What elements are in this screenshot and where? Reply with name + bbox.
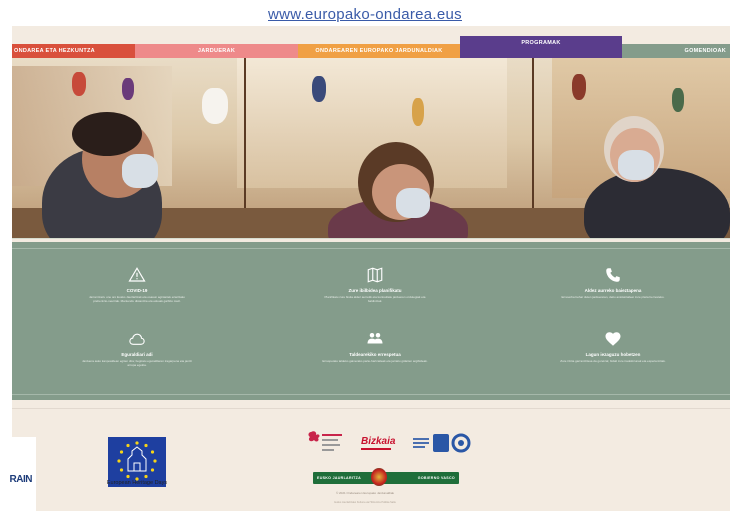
- gobierno-vasco-emblem: [371, 468, 387, 486]
- people-icon: [367, 333, 383, 344]
- hero-puppet: [312, 76, 326, 102]
- feature-group-respect: Taldearekiko errespetua Errespetatu tald…: [270, 330, 480, 363]
- feature-title: Aldez aurreko baieztapena: [584, 288, 642, 293]
- hero-puppet: [572, 74, 586, 100]
- hero-puppet: [202, 88, 228, 124]
- hero-person-left-hair: [72, 112, 142, 156]
- footer-logos: Bizkaia: [305, 430, 475, 460]
- panel-divider-bottom: [12, 394, 730, 395]
- european-heritage-days-label: European Heritage Days: [106, 480, 168, 486]
- feature-title: Taldearekiko errespetua: [349, 352, 401, 357]
- hero-person-left-mask: [122, 154, 158, 188]
- feature-title: Eguraldiari adi: [121, 352, 153, 357]
- hero-person-right-mask: [618, 150, 654, 180]
- hero-person-middle-mask: [396, 188, 430, 218]
- feature-title: Zure ibilbidea planifikatu: [348, 288, 402, 293]
- panel-divider-top: [12, 248, 730, 249]
- gv-left-label: EUSKO JAURLARITZA: [317, 476, 362, 480]
- rain-logo-panel: RAIN: [0, 437, 36, 511]
- partner-logo-donostia: [413, 433, 471, 453]
- feature-help-improve: Lagun iezaguzu hobetzen Zure iritzia gar…: [508, 330, 718, 363]
- feature-title: COVID-19: [126, 288, 148, 293]
- hero-pole: [532, 58, 534, 208]
- hero-puppet: [672, 88, 684, 112]
- nav-tab-europako-jardunaldiak[interactable]: ONDAREAREN EUROPAKO JARDUNALDIAK: [298, 44, 460, 58]
- eu-stars-icon: [117, 441, 157, 481]
- hero-puppet: [122, 78, 134, 100]
- map-icon: [367, 267, 383, 283]
- feature-description: Planifikatu zure bisita aldez aurretik e…: [324, 295, 426, 303]
- site-url-link[interactable]: www.europako-ondarea.eus: [0, 6, 730, 23]
- feature-weather: Eguraldiari adi Jarduera asko kanpoaldea…: [32, 330, 242, 367]
- feature-description: Jarduera asko kanpoaldean egiten dira; b…: [82, 359, 192, 367]
- cloud-icon: [129, 333, 145, 345]
- hero-photo: [12, 58, 730, 238]
- bizkaia-logo-underline: [361, 448, 391, 450]
- gv-right-label: GOBIERNO VASCO: [417, 476, 455, 480]
- partner-logo-bizkaia-museum: [308, 431, 342, 451]
- feature-description: Erreserba behar duten jardueretan, deitu…: [561, 295, 665, 299]
- warning-icon: [128, 267, 146, 282]
- main-nav: ONDAREA ETA HEZKUNTZA JARDUERAK ONDAREAR…: [12, 36, 730, 58]
- phone-icon: [606, 268, 620, 282]
- nav-tab-jarduerak[interactable]: JARDUERAK: [135, 44, 298, 58]
- bizkaia-logo: Bizkaia: [361, 436, 396, 447]
- feature-title: Lagun iezaguzu hobetzen: [585, 352, 641, 357]
- footer-fineprint: Eusko Jaurlaritzako Kultura eta Hizkuntz…: [334, 501, 396, 504]
- footer-copyright: © 2021 Ondarearen Europako Jardunaldiak: [335, 491, 395, 495]
- hero-puppet: [412, 98, 424, 126]
- hero-puppet: [72, 72, 86, 96]
- heart-icon: [605, 332, 621, 346]
- feature-confirmation: Aldez aurreko baieztapena Erreserba beha…: [508, 266, 718, 299]
- feature-description: Errespetatu taldeko gainerako parte-hart…: [322, 359, 428, 363]
- feature-plan-route: Zure ibilbidea planifikatu Planifikatu z…: [270, 266, 480, 303]
- page: www.europako-ondarea.eus ONDAREA ETA HEZ…: [0, 0, 730, 511]
- feature-covid: COVID-19 Jarrai itzazu une oro Eusko Jau…: [32, 266, 242, 303]
- section-divider: [12, 238, 730, 239]
- recommendations-panel: COVID-19 Jarrai itzazu une oro Eusko Jau…: [12, 242, 730, 400]
- section-divider: [12, 408, 730, 409]
- nav-tab-programak[interactable]: PROGRAMAK: [460, 36, 622, 58]
- rain-logo-text: RAIN: [9, 474, 33, 485]
- hero-pole: [244, 58, 246, 208]
- feature-description: Zure iritzia garrantzitsua da guretzat; …: [560, 359, 666, 363]
- feature-description: Jarrai itzazu une oro Eusko Jaurlaritzak…: [89, 295, 185, 303]
- nav-tab-ondarea-eta-hezkuntza[interactable]: ONDAREA ETA HEZKUNTZA: [12, 44, 135, 58]
- nav-tab-gomendioak[interactable]: GOMENDIOAK: [622, 44, 730, 58]
